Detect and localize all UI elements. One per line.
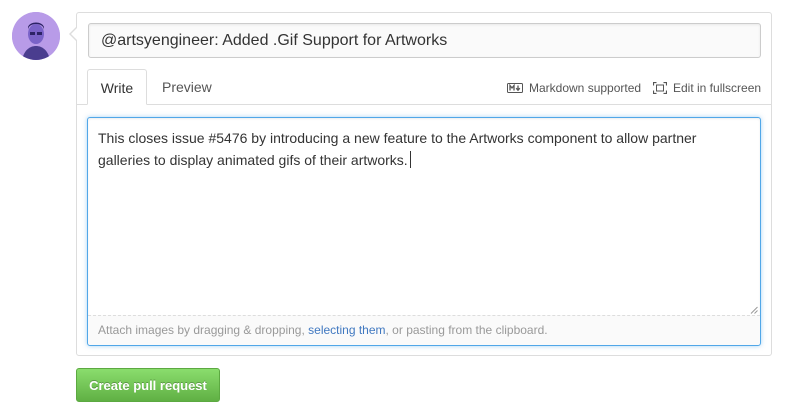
box-pointer-inner <box>71 27 78 41</box>
tab-write[interactable]: Write <box>87 69 147 105</box>
pull-request-title-input[interactable] <box>88 23 761 58</box>
avatar <box>12 12 60 60</box>
comment-textarea[interactable]: This closes issue #5476 by introducing a… <box>87 117 761 346</box>
create-pull-request-button[interactable]: Create pull request <box>76 368 220 402</box>
fullscreen-link[interactable]: Edit in fullscreen <box>653 80 761 96</box>
attach-dropzone[interactable]: Attach images by dragging & dropping, se… <box>88 315 760 345</box>
text-caret <box>409 151 411 168</box>
select-files-link[interactable]: selecting them <box>308 323 385 337</box>
fullscreen-icon <box>653 82 667 94</box>
comment-text: This closes issue #5476 by introducing a… <box>98 130 701 168</box>
resize-handle-icon[interactable] <box>750 306 758 314</box>
markdown-icon <box>507 83 523 93</box>
fullscreen-label: Edit in fullscreen <box>673 81 762 95</box>
markdown-supported-link[interactable]: Markdown supported <box>507 80 641 96</box>
markdown-label: Markdown supported <box>529 81 642 95</box>
dropzone-suffix: , or pasting from the clipboard. <box>385 323 548 337</box>
dropzone-prefix: Attach images by dragging & dropping, <box>98 323 309 337</box>
tab-preview[interactable]: Preview <box>162 69 212 105</box>
